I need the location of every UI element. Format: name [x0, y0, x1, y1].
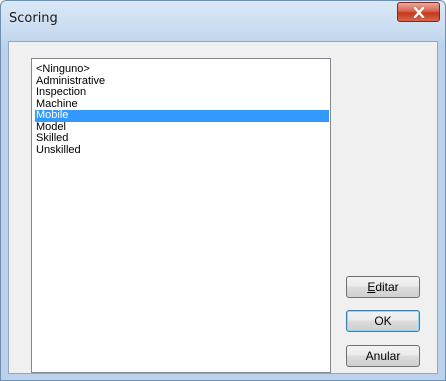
window-title: Scoring — [9, 11, 58, 26]
cancel-button-label: Anular — [365, 349, 401, 363]
list-item-selected[interactable]: Mobile — [35, 109, 329, 122]
list-item[interactable]: Skilled — [35, 132, 329, 145]
ok-button[interactable]: OK — [346, 310, 420, 332]
list-item[interactable]: Unskilled — [35, 144, 329, 157]
list-item[interactable]: Model — [35, 121, 329, 134]
list-item[interactable]: Inspection — [35, 86, 329, 99]
edit-button[interactable]: Editar — [346, 276, 420, 298]
dialog-client-area: <Ninguno> Administrative Inspection Mach… — [8, 41, 438, 374]
edit-button-label: ditar — [375, 280, 399, 294]
ok-button-label: OK — [374, 314, 392, 328]
close-button[interactable] — [397, 2, 440, 22]
dialog-window: Scoring <Ninguno> Administrative Inspect… — [0, 0, 446, 381]
close-icon — [413, 6, 425, 18]
title-bar[interactable]: Scoring — [1, 1, 445, 41]
cancel-button[interactable]: Anular — [346, 345, 420, 367]
edit-button-mnemonic: E — [367, 280, 376, 294]
scoring-listbox[interactable]: <Ninguno> Administrative Inspection Mach… — [31, 58, 331, 373]
list-item[interactable]: <Ninguno> — [35, 63, 329, 76]
list-item[interactable]: Machine — [35, 98, 329, 111]
